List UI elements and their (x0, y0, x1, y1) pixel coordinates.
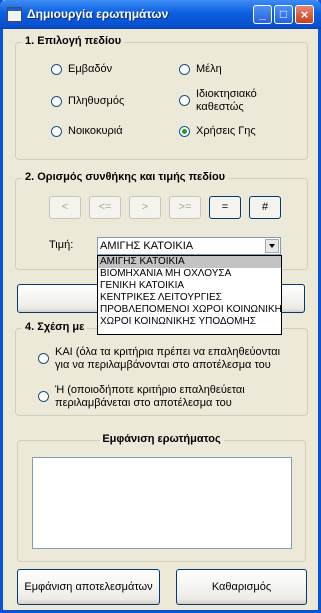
field-option-ownership[interactable]: Ιδιοκτησιακό καθεστώς (179, 88, 257, 114)
field-option-land-use-label: Χρήσεις Γης (196, 125, 256, 137)
dropdown-option[interactable]: ΑΜΙΓΗΣ ΚΑΤΟΙΚΙΑ (98, 256, 281, 268)
radio-area[interactable] (51, 64, 62, 75)
relation-option-and-label: ΚΑΙ (όλα τα κριτήρια πρέπει να επαληθεύο… (55, 346, 280, 372)
query-display-label: Εμφάνιση ερωτήματος (99, 433, 224, 445)
relation-group: 4. Σχέση με ΚΑΙ (όλα τα κριτήρια πρέπει … (15, 321, 308, 416)
field-option-ownership-label: Ιδιοκτησιακό καθεστώς (196, 88, 257, 114)
relation-label: 4. Σχέση με (22, 321, 88, 333)
field-option-area-label: Εμβαδόν (68, 63, 113, 75)
field-option-area[interactable]: Εμβαδόν (51, 63, 112, 76)
operator-greater-equal-button[interactable]: >= (169, 196, 201, 219)
minimize-button[interactable]: _ (253, 5, 272, 24)
and-label-line1: ΚΑΙ (όλα τα κριτήρια πρέπει να επαληθεύο… (55, 346, 281, 358)
clear-button[interactable]: Καθαρισμός (176, 569, 307, 605)
field-option-population-label: Πληθυσμός (68, 95, 125, 107)
value-dropdown-list[interactable]: ΑΜΙΓΗΣ ΚΑΤΟΙΚΙΑ ΒΙΟΜΗΧΑΝΙΑ ΜΗ ΟΧΛΟΥΣΑ ΓΕ… (97, 255, 282, 335)
relation-option-and[interactable]: ΚΑΙ (όλα τα κριτήρια πρέπει να επαληθεύο… (38, 346, 280, 372)
app-window-icon (7, 7, 22, 22)
query-builder-window: Δημιουργία ερωτημάτων _ □ × 1. Επιλογή π… (0, 0, 321, 613)
radio-ownership[interactable] (179, 95, 190, 106)
or-label-line2: περιλαμβάνεται στο αποτέλεσμα του (55, 397, 232, 409)
relation-option-or[interactable]: Ή (οποιοδήποτε κριτήριο επαληθεύεται περ… (38, 384, 245, 410)
window-title: Δημιουργία ερωτημάτων (27, 7, 169, 21)
operator-greater-button[interactable]: > (129, 196, 161, 219)
ownership-label-line2: καθεστώς (196, 101, 244, 113)
maximize-button[interactable]: □ (274, 5, 293, 24)
field-option-population[interactable]: Πληθυσμός (51, 95, 124, 108)
operator-not-equal-button[interactable]: # (249, 196, 281, 219)
field-selection-group: 1. Επιλογή πεδίου Εμβαδόν Μέλη Πληθυσμός… (15, 35, 308, 160)
chevron-down-icon[interactable] (265, 239, 279, 253)
field-option-members[interactable]: Μέλη (179, 63, 222, 76)
query-display-group: Εμφάνιση ερωτήματος (17, 433, 306, 562)
title-bar[interactable]: Δημιουργία ερωτημάτων _ □ × (0, 0, 321, 29)
or-label-line1: Ή (οποιοδήποτε κριτήριο επαληθεύεται (55, 384, 245, 396)
dropdown-option[interactable]: ΓΕΝΙΚΗ ΚΑΤΟΙΚΙΑ (98, 280, 281, 292)
ownership-label-line1: Ιδιοκτησιακό (196, 88, 257, 100)
radio-land-use[interactable] (179, 126, 190, 137)
field-option-members-label: Μέλη (196, 63, 222, 75)
operator-less-equal-button[interactable]: <= (89, 196, 121, 219)
dropdown-option[interactable]: ΒΙΟΜΗΧΑΝΙΑ ΜΗ ΟΧΛΟΥΣΑ (98, 268, 281, 280)
value-combobox[interactable]: ΑΜΙΓΗΣ ΚΑΤΟΙΚΙΑ (97, 237, 281, 255)
radio-households[interactable] (51, 126, 62, 137)
value-combobox-text: ΑΜΙΓΗΣ ΚΑΤΟΙΚΙΑ (100, 240, 194, 252)
radio-and[interactable] (38, 353, 49, 364)
operator-equal-button[interactable]: = (209, 196, 241, 219)
close-button[interactable]: × (295, 5, 314, 24)
condition-label: 2. Ορισμός συνθήκης και τιμής πεδίου (22, 171, 229, 183)
operator-less-button[interactable]: < (49, 196, 81, 219)
radio-or[interactable] (38, 391, 49, 402)
radio-members[interactable] (179, 64, 190, 75)
field-option-households-label: Νοικοκυριά (68, 125, 123, 137)
and-label-line2: για να περιλαμβάνονται στο αποτέλεσμα το… (55, 359, 271, 371)
field-option-land-use[interactable]: Χρήσεις Γης (179, 125, 256, 138)
field-selection-label: 1. Επιλογή πεδίου (22, 35, 125, 47)
dropdown-option[interactable]: ΧΩΡΟΙ ΚΟΙΝΩΝΙΚΗΣ ΥΠΟΔΟΜΗΣ (98, 316, 281, 328)
show-results-button[interactable]: Εμφάνιση αποτελεσμάτων (17, 569, 160, 605)
radio-population[interactable] (51, 96, 62, 107)
dropdown-option[interactable]: ΠΡΟΒΛΕΠΟΜΕΝΟΙ ΧΩΡΟΙ ΚΟΙΝΩΝΙΚΗΣ (98, 304, 281, 316)
value-label: Τιμή: (49, 239, 74, 251)
field-option-households[interactable]: Νοικοκυριά (51, 125, 123, 138)
query-text-area[interactable] (32, 457, 292, 549)
relation-option-or-label: Ή (οποιοδήποτε κριτήριο επαληθεύεται περ… (55, 384, 245, 410)
dropdown-option[interactable]: ΚΕΝΤΡΙΚΕΣ ΛΕΙΤΟΥΡΓΙΕΣ (98, 292, 281, 304)
